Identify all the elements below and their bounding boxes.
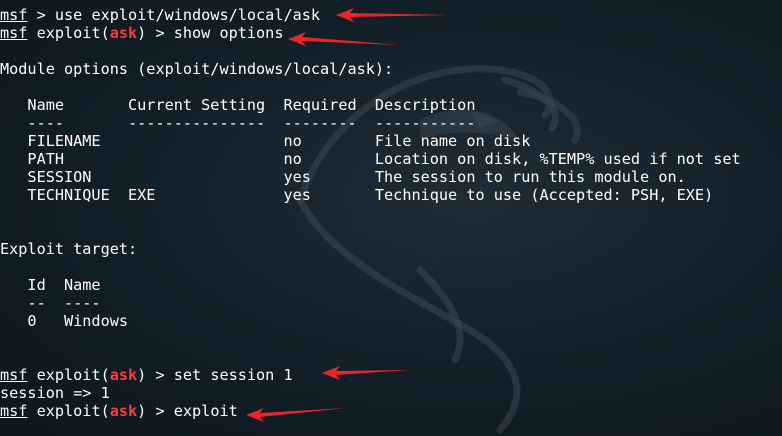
command-text: > use exploit/windows/local/ask (27, 6, 321, 24)
options-row-path: PATH no Location on disk, %TEMP% used if… (0, 150, 741, 168)
annotation-arrow-icon (336, 8, 448, 22)
module-options-header: Module options (exploit/windows/local/as… (0, 60, 394, 78)
target-table-header: Id Name (0, 276, 101, 294)
prompt-text: exploit( (27, 402, 110, 420)
options-row-session: SESSION yes The session to run this modu… (0, 168, 686, 186)
module-name: ask (109, 366, 138, 384)
target-row-windows: 0 Windows (0, 312, 129, 330)
target-table-separator: -- ---- (0, 294, 101, 312)
msf-prompt: msf (0, 6, 28, 24)
msf-prompt: msf (0, 24, 28, 42)
command-text: ) > set session 1 (137, 366, 293, 384)
annotation-arrow-icon (288, 32, 400, 46)
annotation-arrow-icon (322, 366, 410, 380)
options-table-header: Name Current Setting Required Descriptio… (0, 96, 476, 114)
msf-prompt: msf (0, 402, 28, 420)
command-line-exploit: msf exploit(ask) > exploit (0, 402, 238, 420)
command-line-show-options: msf exploit(ask) > show options (0, 24, 283, 42)
options-row-technique: TECHNIQUE EXE yes Technique to use (Acce… (0, 186, 714, 204)
module-name: ask (109, 402, 138, 420)
command-text: ) > exploit (137, 402, 238, 420)
prompt-text: exploit( (27, 24, 110, 42)
exploit-target-header: Exploit target: (0, 240, 138, 258)
command-line-set-session: msf exploit(ask) > set session 1 (0, 366, 293, 384)
session-output: session => 1 (0, 384, 110, 402)
command-text: ) > show options (137, 24, 284, 42)
options-table-separator: ---- --------------- -------- ----------… (0, 114, 476, 132)
options-row-filename: FILENAME no File name on disk (0, 132, 531, 150)
annotation-arrow-icon (246, 408, 346, 422)
command-line-use: msf > use exploit/windows/local/ask (0, 6, 320, 24)
prompt-text: exploit( (27, 366, 110, 384)
module-name: ask (109, 24, 138, 42)
msf-prompt: msf (0, 366, 28, 384)
terminal-window[interactable]: msf > use exploit/windows/local/ask msf … (0, 0, 782, 436)
